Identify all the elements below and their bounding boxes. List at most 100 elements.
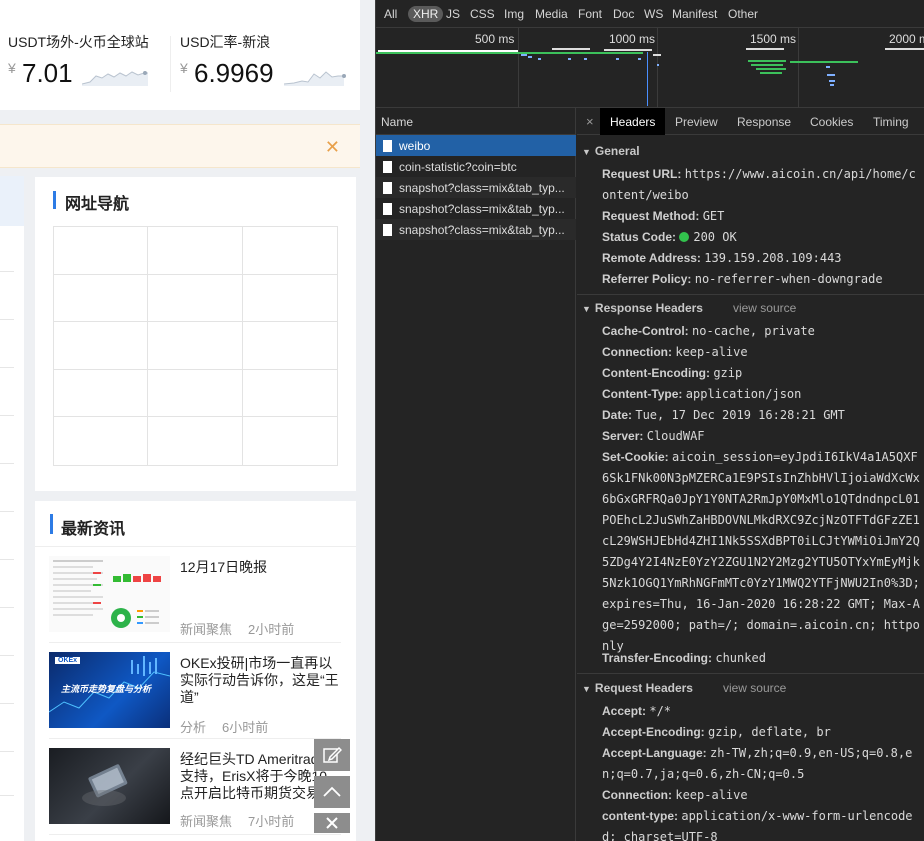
timeline-bar	[616, 58, 619, 60]
filter-img[interactable]: Img	[504, 7, 524, 21]
tab-timing[interactable]: Timing	[873, 108, 909, 135]
header-value[interactable]: keep-alive	[675, 345, 747, 359]
nav-cell[interactable]	[242, 275, 337, 323]
nav-cell[interactable]	[54, 369, 149, 418]
close-icon[interactable]: ✕	[325, 137, 340, 158]
rate-usd[interactable]: USD汇率-新浪 ¥ 6.9969	[180, 0, 355, 110]
nav-cell[interactable]	[148, 417, 243, 465]
request-row[interactable]: snapshot?class=mix&tab_typ...	[376, 198, 576, 219]
scroll-top-button[interactable]	[314, 776, 350, 808]
edit-button[interactable]	[314, 739, 350, 771]
header-key: Transfer-Encoding:	[602, 651, 713, 665]
header-value[interactable]: 200 OK	[693, 230, 736, 244]
close-float-button[interactable]	[314, 813, 350, 833]
news-thumbnail[interactable]	[49, 556, 170, 632]
news-thumbnail[interactable]: OKEx 主流币走势复盘与分析	[49, 652, 170, 728]
header-row: Status Code: 200 OK	[602, 227, 920, 248]
section-title: Request Headers	[594, 681, 693, 695]
view-source-link[interactable]: view source	[733, 301, 796, 315]
nav-cell[interactable]	[54, 417, 149, 465]
filter-other[interactable]: Other	[728, 7, 758, 21]
nav-cell[interactable]	[148, 322, 243, 370]
header-value[interactable]: Tue, 17 Dec 2019 16:28:21 GMT	[635, 408, 845, 422]
status-dot-icon	[679, 232, 690, 242]
column-title: Name	[381, 115, 414, 129]
nav-cell[interactable]	[243, 417, 337, 465]
rate-usdt[interactable]: USDT场外-火币全球站 ¥ 7.01	[8, 0, 168, 110]
name-column-header[interactable]: Name	[376, 108, 576, 135]
network-overview-timeline[interactable]: 500 ms 1000 ms 1500 ms 2000 m	[376, 28, 924, 108]
header-value[interactable]: application/json	[686, 387, 802, 401]
timeline-bar	[885, 48, 924, 50]
header-key: content-type:	[602, 809, 678, 823]
rate-sparkline	[284, 71, 346, 86]
header-value[interactable]: GET	[703, 209, 725, 223]
nav-cell[interactable]	[242, 370, 337, 418]
news-item[interactable]: 12月17日晚报 新闻聚焦 2小时前	[49, 547, 341, 643]
news-headline[interactable]: 12月17日晚报	[180, 559, 340, 576]
request-row[interactable]: coin-statistic?coin=btc	[376, 156, 576, 177]
tab-response[interactable]: Response	[737, 108, 791, 135]
header-key: Connection:	[602, 788, 672, 802]
xhr-file-icon	[383, 224, 392, 236]
nav-cell[interactable]	[148, 369, 243, 418]
nav-cell[interactable]	[54, 322, 149, 370]
filter-css[interactable]: CSS	[470, 7, 495, 21]
header-value[interactable]: chunked	[715, 651, 766, 665]
triangle-down-icon: ▼	[582, 684, 591, 694]
header-value[interactable]: no-referrer-when-downgrade	[695, 272, 883, 286]
section-request-headers[interactable]: ▼ Request Headers view source	[582, 681, 786, 695]
header-value[interactable]: */*	[649, 704, 671, 718]
filter-xhr[interactable]: XHR	[408, 6, 444, 22]
view-source-link[interactable]: view source	[723, 681, 786, 695]
header-row: Connection: keep-alive	[602, 342, 920, 363]
section-general[interactable]: ▼ General	[582, 144, 640, 158]
header-value[interactable]: 139.159.208.109:443	[704, 251, 841, 265]
header-value[interactable]: aicoin_session=eyJpdiI6IkV4a1A5QXF6Sk1FN…	[602, 450, 920, 653]
header-value[interactable]: no-cache, private	[692, 324, 815, 338]
request-row[interactable]: weibo	[376, 135, 576, 156]
section-divider	[577, 673, 924, 674]
news-thumbnail[interactable]	[49, 748, 170, 824]
row-divider	[0, 751, 14, 752]
filter-all[interactable]: All	[384, 7, 397, 21]
news-item[interactable]: 经纪巨头TD Ameritrade支持，ErisX将于今晚10点开启比特币期货交…	[49, 739, 341, 835]
filter-js[interactable]: JS	[446, 7, 460, 21]
active-tab-edge	[0, 176, 24, 226]
filter-manifest[interactable]: Manifest	[672, 7, 717, 21]
notice-banner: ✕	[0, 124, 360, 168]
section-response-headers[interactable]: ▼ Response Headers view source	[582, 301, 796, 315]
nav-cell[interactable]	[54, 274, 149, 323]
request-name: coin-statistic?coin=btc	[399, 160, 517, 174]
tab-headers[interactable]: Headers	[600, 108, 666, 135]
close-icon[interactable]: ×	[586, 114, 594, 129]
header-row: Content-Type: application/json	[602, 384, 920, 405]
news-meta: 分析 6小时前	[180, 717, 268, 736]
request-name: weibo	[399, 139, 431, 153]
header-value[interactable]: CloudWAF	[647, 429, 705, 443]
timeline-tick: 2000 m	[889, 32, 924, 46]
news-item[interactable]: OKEx 主流币走势复盘与分析 OKEx投研|市场一直再以实际行动告诉你，这是“…	[49, 643, 341, 739]
request-row[interactable]: snapshot?class=mix&tab_typ...	[376, 177, 576, 198]
filter-doc[interactable]: Doc	[613, 7, 634, 21]
filter-font[interactable]: Font	[578, 7, 602, 21]
timeline-bar	[748, 60, 786, 62]
nav-cell[interactable]	[148, 274, 243, 323]
nav-cell[interactable]	[54, 227, 149, 275]
timeline-gridline	[518, 28, 519, 108]
filter-ws[interactable]: WS	[644, 7, 663, 21]
header-value[interactable]: gzip	[713, 366, 742, 380]
filter-media[interactable]: Media	[535, 7, 568, 21]
row-divider	[0, 607, 14, 608]
nav-cell[interactable]	[242, 227, 337, 275]
timeline-bar	[528, 56, 532, 58]
header-value[interactable]: keep-alive	[675, 788, 747, 802]
nav-cell[interactable]	[242, 322, 337, 370]
tab-cookies[interactable]: Cookies	[810, 108, 853, 135]
tab-preview[interactable]: Preview	[675, 108, 718, 135]
header-value[interactable]: gzip, deflate, br	[708, 725, 831, 739]
request-row[interactable]: snapshot?class=mix&tab_typ...	[376, 219, 576, 240]
news-headline[interactable]: OKEx投研|市场一直再以实际行动告诉你，这是“王道”	[180, 655, 340, 706]
nav-cell[interactable]	[148, 227, 243, 275]
row-divider	[0, 559, 14, 560]
